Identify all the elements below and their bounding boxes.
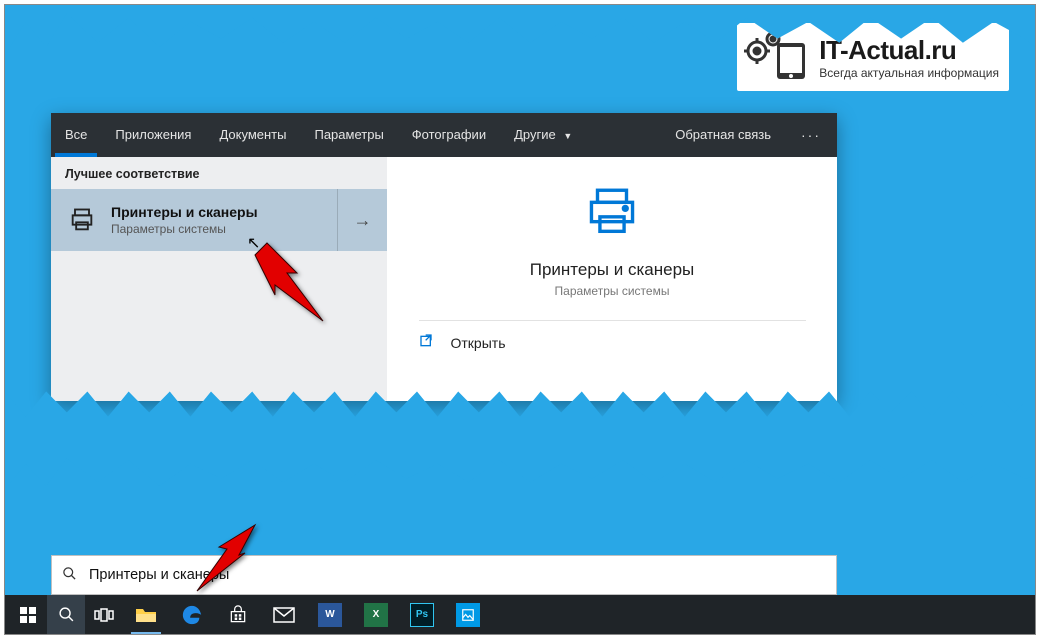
edge-icon xyxy=(181,604,203,626)
excel-button[interactable]: X xyxy=(353,595,399,634)
results-preview-column: Принтеры и сканеры Параметры системы Отк… xyxy=(387,157,837,401)
watermark-subtitle: Всегда актуальная информация xyxy=(819,66,999,80)
store-icon xyxy=(228,605,248,625)
more-options-button[interactable]: ··· xyxy=(785,113,837,157)
tab-all[interactable]: Все xyxy=(51,113,101,157)
windows-logo-icon xyxy=(20,607,36,623)
preview-title: Принтеры и сканеры xyxy=(530,260,695,280)
taskbar-search-button[interactable] xyxy=(47,595,85,634)
tab-more-label: Другие xyxy=(514,127,556,142)
photoshop-button[interactable]: Ps xyxy=(399,595,445,634)
expand-result-button[interactable]: → xyxy=(337,189,387,251)
best-match-subtitle: Параметры системы xyxy=(111,222,258,236)
best-match-heading: Лучшее соответствие xyxy=(51,157,387,189)
mail-icon xyxy=(273,607,295,623)
search-text: Принтеры и сканеры xyxy=(89,567,229,583)
divider xyxy=(419,320,806,321)
windows-search-panel: Все Приложения Документы Параметры Фотог… xyxy=(51,113,837,401)
word-button[interactable]: W xyxy=(307,595,353,634)
best-match-result[interactable]: Принтеры и сканеры Параметры системы → ↖ xyxy=(51,189,387,251)
top-fragment: Все Приложения Документы Параметры Фотог… xyxy=(5,5,1035,425)
photos-button[interactable] xyxy=(445,595,491,634)
search-icon xyxy=(62,566,77,585)
search-icon xyxy=(58,606,75,623)
photos-icon xyxy=(456,603,480,627)
preview-printer-icon xyxy=(580,183,644,246)
preview-subtitle: Параметры системы xyxy=(555,284,670,298)
store-button[interactable] xyxy=(215,595,261,634)
tab-documents[interactable]: Документы xyxy=(205,113,300,157)
tab-photos[interactable]: Фотографии xyxy=(398,113,500,157)
start-button[interactable] xyxy=(9,595,47,634)
taskbar: W X Ps xyxy=(5,595,1035,634)
chevron-down-icon: ▼ xyxy=(563,131,572,141)
search-panel-header: Все Приложения Документы Параметры Фотог… xyxy=(51,113,837,157)
watermark-title: IT-Actual.ru xyxy=(819,35,999,66)
feedback-link[interactable]: Обратная связь xyxy=(661,113,785,157)
open-icon xyxy=(419,333,435,352)
photoshop-icon: Ps xyxy=(410,603,434,627)
excel-icon: X xyxy=(364,603,388,627)
results-left-column: Лучшее соответствие Принтеры и сканеры П… xyxy=(51,157,387,401)
tab-apps[interactable]: Приложения xyxy=(101,113,205,157)
taskbar-search-box[interactable]: Принтеры и сканеры xyxy=(51,555,837,595)
best-match-title: Принтеры и сканеры xyxy=(111,204,258,222)
word-icon: W xyxy=(318,603,342,627)
arrow-right-icon: → xyxy=(354,210,372,231)
task-view-icon xyxy=(94,608,114,622)
tab-settings[interactable]: Параметры xyxy=(300,113,397,157)
open-label: Открыть xyxy=(451,335,506,351)
task-view-button[interactable] xyxy=(85,595,123,634)
tab-more[interactable]: Другие ▼ xyxy=(500,113,586,157)
file-explorer-button[interactable] xyxy=(123,595,169,634)
mail-button[interactable] xyxy=(261,595,307,634)
folder-icon xyxy=(135,606,157,624)
open-action[interactable]: Открыть xyxy=(419,333,806,352)
printer-icon xyxy=(65,203,99,237)
edge-button[interactable] xyxy=(169,595,215,634)
cursor-icon: ↖ xyxy=(247,233,260,253)
